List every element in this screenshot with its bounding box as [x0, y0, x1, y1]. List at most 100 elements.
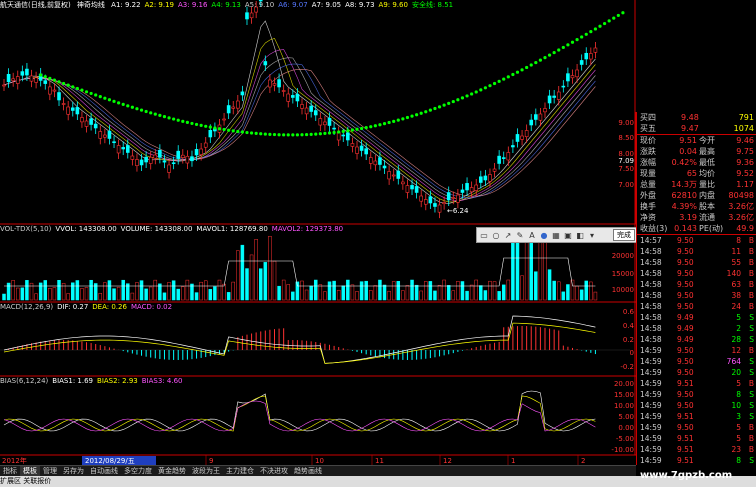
bias-line	[3, 390, 596, 432]
tick-time: 14:58	[640, 247, 662, 256]
volume-bar	[593, 291, 598, 301]
tick-time: 14:58	[640, 324, 662, 333]
volume-bar	[488, 280, 492, 301]
tick-price: 9.50	[677, 280, 694, 289]
tick-row: 14:58 9.49 5 S	[637, 312, 756, 323]
safety-line-dot	[392, 119, 396, 123]
candle-body	[203, 142, 208, 148]
select-icon[interactable]: ▭	[479, 230, 489, 240]
bias-item: BIAS1: 1.69	[52, 377, 94, 385]
text-icon[interactable]: A	[527, 230, 537, 240]
tick-price: 9.51	[677, 412, 694, 421]
volume-bar	[451, 290, 456, 301]
tick-price: 9.50	[677, 390, 694, 399]
dea-line	[3, 322, 596, 364]
volume-bar	[121, 279, 125, 301]
volume-bar	[38, 282, 43, 301]
circle-icon[interactable]: ○	[491, 230, 501, 240]
image-icon[interactable]: ▣	[563, 230, 573, 240]
volume-bar	[497, 291, 501, 301]
arrow-icon[interactable]: ↗	[503, 230, 513, 240]
price-axis-label: 8.50	[618, 134, 634, 142]
safety-line-dot	[167, 116, 171, 120]
candle-body	[552, 95, 556, 98]
candle-body	[401, 181, 405, 185]
volume-bar	[570, 279, 575, 301]
candle-body	[139, 159, 144, 166]
tick-volume: 8	[736, 236, 741, 245]
candle-body	[341, 134, 346, 137]
candle-body	[529, 119, 534, 126]
candle-body	[112, 141, 116, 143]
candle-body	[52, 89, 57, 92]
ma-item: A7: 9.05	[311, 1, 342, 9]
volume-bar	[424, 281, 428, 301]
volume-bar	[575, 285, 579, 301]
tick-time: 14:58	[640, 302, 662, 311]
candle-body	[364, 148, 368, 155]
volume-bar	[20, 287, 25, 301]
candle-body	[520, 135, 524, 140]
safety-line-dot	[355, 127, 359, 131]
safety-line-dot	[543, 56, 547, 60]
done-button[interactable]: 完成	[613, 229, 635, 241]
candle-body	[144, 156, 148, 163]
low-price-label: ←6.24	[447, 207, 469, 215]
tick-price: 9.50	[677, 247, 694, 256]
candle-body	[148, 156, 153, 164]
grid-icon[interactable]: ▦	[551, 230, 561, 240]
safety-line-dot	[213, 126, 217, 130]
volume-bar	[84, 287, 89, 301]
safety-line-dot	[254, 131, 258, 136]
tick-row: 14:59 9.51 23 B	[637, 444, 756, 455]
volume-bar	[107, 280, 112, 301]
tick-row: 14:59 9.51 8 S	[637, 455, 756, 466]
volume-bar	[534, 271, 538, 301]
safety-line-dot	[557, 48, 561, 52]
tick-row: 14:58 9.50 24 B	[637, 301, 756, 312]
dropdown-icon[interactable]: ▾	[587, 230, 597, 240]
safety-line-dot	[506, 75, 510, 79]
palette-icon[interactable]: ◧	[575, 230, 585, 240]
volume-bar	[355, 291, 359, 301]
candle-body	[405, 185, 410, 193]
candle-body	[543, 108, 547, 113]
safety-line-dot	[337, 130, 341, 134]
candle-body	[368, 157, 373, 164]
candle-body	[511, 145, 515, 148]
safety-line-dot	[479, 88, 483, 92]
candle-body	[566, 73, 570, 82]
bias-item: BIAS(6,12,24)	[0, 377, 49, 385]
safety-line-dot	[176, 118, 180, 122]
candle-body	[300, 104, 304, 109]
safety-line-dot	[268, 132, 272, 136]
drop-icon[interactable]: ●	[539, 230, 549, 240]
tick-time: 14:58	[640, 291, 662, 300]
candle-body	[414, 186, 419, 193]
tick-direction: S	[749, 412, 754, 421]
tick-row: 14:59 9.51 5 B	[637, 433, 756, 444]
candle-body	[446, 192, 451, 201]
quote-label: 现量	[640, 169, 656, 178]
candle-body	[84, 120, 89, 127]
quote-label: 收益(3)	[640, 224, 668, 233]
candle-body	[236, 100, 240, 109]
tick-volume: 63	[731, 280, 741, 289]
volume-bar	[190, 283, 194, 301]
tick-time: 14:59	[640, 434, 662, 443]
candle-body	[433, 203, 437, 207]
candle-body	[460, 189, 465, 193]
volume-bar	[520, 275, 524, 301]
safety-line-dot	[470, 92, 474, 96]
volume-bar	[98, 293, 103, 301]
tick-price: 9.51	[677, 445, 694, 454]
tick-volume: 5	[736, 379, 741, 388]
safety-line-dot	[327, 131, 332, 135]
volume-bar	[222, 283, 226, 301]
safety-line-dot	[570, 40, 575, 44]
volume-bar	[213, 286, 217, 301]
ma-item: A9: 9.60	[378, 1, 408, 9]
pen-icon[interactable]: ✎	[515, 230, 525, 240]
safety-line-dot	[621, 11, 625, 15]
safety-line-dot	[415, 113, 419, 117]
